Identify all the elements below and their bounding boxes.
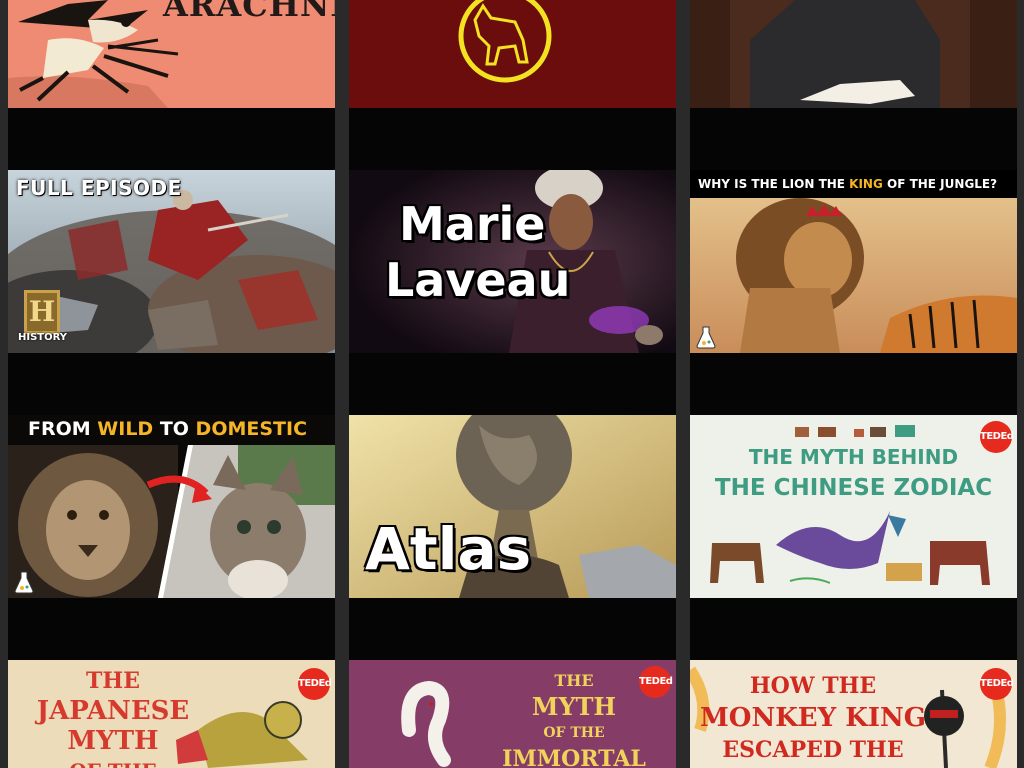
ted-ed-badge: TEDEd <box>298 668 332 700</box>
flask-channel-icon <box>14 571 34 594</box>
video-thumbnail-she-wolf[interactable] <box>349 0 676 108</box>
immortal-title-line4: IMMORTAL <box>502 746 646 768</box>
history-logo-letter: H <box>24 290 60 334</box>
wild-title-from: FROM <box>28 418 98 440</box>
immortal-title-line3: OF THE <box>543 725 605 741</box>
video-thumbnail-immortal[interactable]: THE MYTH OF THE IMMORTAL TEDEd <box>349 660 676 768</box>
lion-title-king: KING <box>849 177 883 191</box>
wild-title-to: TO <box>153 418 196 440</box>
video-thumbnail-reader[interactable] <box>690 0 1017 108</box>
zodiac-title-line1: THE MYTH BEHIND <box>748 445 959 469</box>
marie-laveau-title: Marie Laveau <box>377 196 570 308</box>
immortal-title-line2: MYTH <box>531 692 617 721</box>
flask-channel-icon <box>696 326 716 349</box>
full-episode-label: FULL EPISODE <box>16 176 182 200</box>
monkey-title-line2: MONKEY KING <box>700 703 926 733</box>
lion-title-post: OF THE JUNGLE? <box>882 177 998 191</box>
video-column-3: WHY IS THE LION THE KING OF THE JUNGLE? <box>690 0 1017 768</box>
lion-cat-image <box>8 415 335 598</box>
ted-ed-badge: TEDEd <box>980 421 1014 453</box>
japanese-title-line2: JAPANESE <box>36 696 190 726</box>
video-column-1: ARACHNE FULL EPISODE H HISTORY <box>8 0 335 768</box>
zodiac-title-line2: THE CHINESE ZODIAC <box>714 475 993 501</box>
lion-title-pre: WHY IS THE LION THE <box>698 177 850 191</box>
japanese-title-line1: THE <box>86 668 140 694</box>
atlas-title: Atlas <box>365 515 532 583</box>
wild-domestic-title: FROM WILD TO DOMESTIC <box>28 418 307 440</box>
wild-title-wild: WILD <box>97 418 154 440</box>
lion-tiger-photo <box>690 198 1017 353</box>
video-thumbnail-atlas[interactable]: Atlas <box>349 415 676 598</box>
ted-ed-badge: TEDEd <box>639 666 673 698</box>
video-column-2: Marie Laveau Atlas THE MYTH OF THE IMMOR… <box>349 0 676 768</box>
monkey-title: HOW THE MONKEY KING ESCAPED THE <box>698 670 928 766</box>
lion-king-title: WHY IS THE LION THE KING OF THE JUNGLE? <box>698 177 997 191</box>
history-logo-text: HISTORY <box>18 332 68 343</box>
video-thumbnail-wild-to-domestic[interactable]: FROM WILD TO DOMESTIC <box>8 415 335 598</box>
video-thumbnail-lion-king[interactable]: WHY IS THE LION THE KING OF THE JUNGLE? <box>690 170 1017 353</box>
japanese-title-line4: OF THE <box>8 756 218 768</box>
japanese-title-line3: MYTH <box>67 726 159 756</box>
marie-title-line1: Marie <box>399 197 546 251</box>
video-thumbnail-arachne[interactable]: ARACHNE <box>8 0 335 108</box>
video-thumbnail-full-episode[interactable]: FULL EPISODE H HISTORY <box>8 170 335 353</box>
ted-ed-badge: TEDEd <box>980 668 1014 700</box>
video-thumbnail-japanese-myth[interactable]: THE JAPANESE MYTH OF THE TEDEd <box>8 660 335 768</box>
marie-title-line2: Laveau <box>385 253 571 307</box>
monkey-title-line1: HOW THE <box>749 673 877 699</box>
zodiac-animals-illustration <box>690 415 1017 598</box>
wolf-emblem-icon <box>349 0 676 108</box>
reader-photo <box>690 0 1017 108</box>
wild-title-domestic: DOMESTIC <box>195 418 308 440</box>
arachne-title: ARACHNE <box>163 0 335 24</box>
video-thumbnail-marie-laveau[interactable]: Marie Laveau <box>349 170 676 353</box>
japanese-title: THE JAPANESE MYTH OF THE <box>8 666 218 768</box>
video-thumbnail-chinese-zodiac[interactable]: THE MYTH BEHIND THE CHINESE ZODIAC TEDEd <box>690 415 1017 598</box>
monkey-title-line3: ESCAPED THE <box>722 737 904 763</box>
video-thumbnail-monkey-king[interactable]: HOW THE MONKEY KING ESCAPED THE TEDEd <box>690 660 1017 768</box>
